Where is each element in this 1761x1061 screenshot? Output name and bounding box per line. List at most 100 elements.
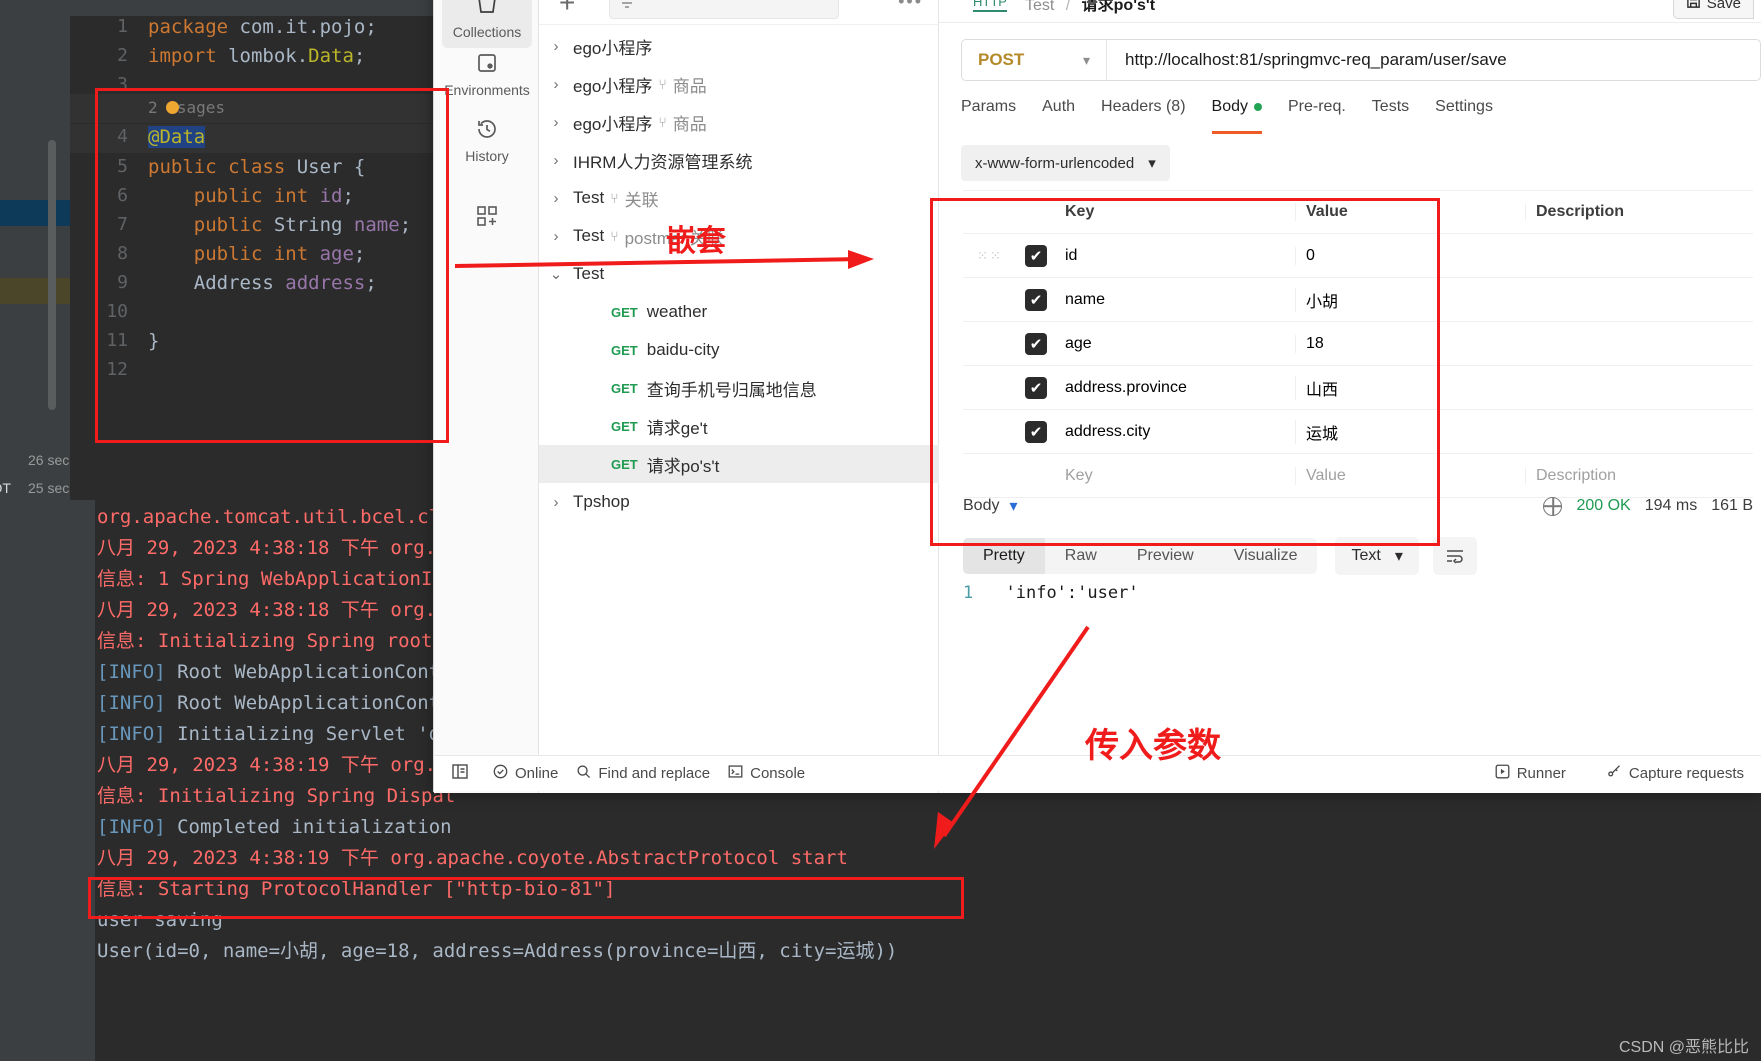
sidebar-collection-4[interactable]: › IHRM人力资源管理系统 <box>539 141 939 179</box>
chevron-right-icon[interactable]: › <box>539 76 573 93</box>
response-language-select[interactable]: Text ▾ <box>1335 537 1419 575</box>
placeholder-key[interactable]: Key <box>1055 467 1295 485</box>
sidebar-collection-1[interactable]: › ego小程序 <box>539 27 939 65</box>
request-tab-pre-req[interactable]: Pre-req. <box>1288 98 1346 134</box>
chevron-right-icon[interactable]: › <box>539 114 573 131</box>
run-row-time-2: 25 sec <box>28 480 70 496</box>
cell-value[interactable]: 0 <box>1295 246 1525 265</box>
intention-bulb-icon[interactable] <box>166 101 179 114</box>
request-tab-tests[interactable]: Tests <box>1372 98 1409 134</box>
chevron-right-icon[interactable]: › <box>539 228 573 245</box>
drag-handle-icon[interactable]: ⁙⁙ <box>963 248 1017 264</box>
rail-item-history[interactable]: History <box>442 111 532 172</box>
row-checkbox[interactable]: ✔ <box>1017 244 1055 267</box>
code-line[interactable]: public class User { <box>148 156 365 178</box>
project-scrollbar[interactable] <box>48 140 56 410</box>
request-tab-headers[interactable]: Headers (8) <box>1101 98 1185 134</box>
capture-requests-button[interactable]: Capture requests <box>1606 764 1744 783</box>
rail-item-environments[interactable]: Environments <box>442 45 532 106</box>
cell-key[interactable]: age <box>1055 335 1295 353</box>
online-status[interactable]: Online <box>493 764 558 783</box>
cell-value[interactable]: 小胡 <box>1295 287 1525 312</box>
chevron-right-icon[interactable]: › <box>539 152 573 169</box>
code-line[interactable]: public int age; <box>148 243 366 265</box>
row-checkbox[interactable]: ✔ <box>1017 288 1055 311</box>
find-and-replace-button[interactable]: Find and replace <box>576 764 710 783</box>
runner-button[interactable]: Runner <box>1495 764 1566 783</box>
cell-key[interactable]: name <box>1055 291 1295 309</box>
cell-value[interactable]: 山西 <box>1295 375 1525 400</box>
chevron-right-icon[interactable]: › <box>539 494 573 511</box>
sidebar-request-4[interactable]: GET 请求ge't <box>539 407 939 445</box>
sidebar-collection-6[interactable]: › Test ⑂ postman关联 <box>539 217 939 255</box>
sidebar-request-2[interactable]: GET baidu-city <box>539 331 939 369</box>
sidebar-collection-3[interactable]: › ego小程序 ⑂ 商品 <box>539 103 939 141</box>
code-line[interactable]: Address address; <box>148 272 377 294</box>
response-tab-raw[interactable]: Raw <box>1045 538 1117 574</box>
placeholder-value[interactable]: Value <box>1295 466 1525 485</box>
response-tab-pretty[interactable]: Pretty <box>963 538 1045 574</box>
new-item-button[interactable]: + <box>559 0 575 17</box>
sidebar-collection-2[interactable]: › ego小程序 ⑂ 商品 <box>539 65 939 103</box>
table-row[interactable]: ✔ address.province 山西 <box>963 366 1753 410</box>
table-row[interactable]: ✔ age 18 <box>963 322 1753 366</box>
row-checkbox[interactable]: ✔ <box>1017 376 1055 399</box>
sidebar-request-1[interactable]: GET weather <box>539 293 939 331</box>
filter-icon[interactable] <box>619 0 635 14</box>
usages-hint[interactable]: 2 usages <box>148 98 225 117</box>
request-tab-params[interactable]: Params <box>961 98 1016 134</box>
row-checkbox[interactable]: ✔ <box>1017 420 1055 443</box>
method-select[interactable]: POST ▾ <box>962 40 1107 80</box>
sidebar-collection-7[interactable]: ⌄ Test <box>539 255 939 293</box>
chevron-down-icon[interactable]: ⌄ <box>539 265 573 283</box>
request-tab-body[interactable]: Body <box>1211 98 1263 134</box>
rail-item-collections[interactable]: Collections <box>442 0 532 48</box>
code-line[interactable]: import lombok.Data; <box>148 45 365 67</box>
response-tab-visualize[interactable]: Visualize <box>1214 538 1318 574</box>
chevron-right-icon[interactable]: › <box>539 38 573 55</box>
code-line[interactable]: @Data <box>148 126 206 148</box>
chevron-right-icon[interactable]: › <box>539 190 573 207</box>
console-button[interactable]: Console <box>728 764 805 783</box>
code-line[interactable]: } <box>148 330 159 352</box>
save-button[interactable]: Save <box>1672 0 1754 19</box>
request-tab-auth[interactable]: Auth <box>1042 98 1075 134</box>
sidebar-request-5[interactable]: GET 请求po's't <box>539 445 939 483</box>
request-tab-settings[interactable]: Settings <box>1435 98 1493 134</box>
sidebar-collection-8[interactable]: › Tpshop <box>539 483 939 521</box>
collection-name: Test <box>573 264 605 283</box>
request-tabs: Params Auth Headers (8) Body Pre-req. Tests Se… <box>961 98 1761 134</box>
sidebar-toggle-button[interactable] <box>452 764 475 783</box>
cell-key[interactable]: address.city <box>1055 423 1295 441</box>
wrap-lines-icon[interactable] <box>1432 537 1477 575</box>
placeholder-description[interactable]: Description <box>1525 466 1753 485</box>
sidebar-request-3[interactable]: GET 查询手机号归属地信息 <box>539 369 939 407</box>
sidebar-more-button[interactable]: ••• <box>898 0 923 12</box>
project-row-selected[interactable] <box>0 200 70 226</box>
rail-item-add-apps[interactable] <box>442 203 532 236</box>
code-line[interactable]: public String name; <box>148 214 411 236</box>
url-input[interactable]: http://localhost:81/springmvc-req_param/… <box>1107 50 1507 70</box>
response-body-viewer[interactable]: 1 'info':'user' <box>963 583 1753 603</box>
code-line[interactable]: package com.it.pojo; <box>148 16 377 38</box>
chevron-down-icon[interactable]: ▾ <box>1009 496 1017 516</box>
table-row[interactable]: ✔ name 小胡 <box>963 278 1753 322</box>
cell-key[interactable]: address.province <box>1055 379 1295 397</box>
project-tree-rows <box>0 0 70 500</box>
check-icon: ✔ <box>1025 376 1047 399</box>
table-row[interactable]: ⁙⁙ ✔ id 0 <box>963 234 1753 278</box>
code-line[interactable]: public int id; <box>148 185 354 207</box>
row-checkbox[interactable]: ✔ <box>1017 332 1055 355</box>
sidebar-filter-input[interactable] <box>609 0 839 19</box>
project-row-highlight[interactable] <box>0 278 70 304</box>
cell-key[interactable]: id <box>1055 247 1295 265</box>
cell-value[interactable]: 运城 <box>1295 419 1525 444</box>
sidebar-collection-5[interactable]: › Test ⑂ 关联 <box>539 179 939 217</box>
cell-value[interactable]: 18 <box>1295 334 1525 353</box>
response-content: 'info':'user' <box>1005 583 1139 603</box>
rail-label-history: History <box>465 148 509 164</box>
table-row[interactable]: ✔ address.city 运城 <box>963 410 1753 454</box>
breadcrumb-parent[interactable]: Test <box>1025 0 1054 14</box>
body-type-select[interactable]: x-www-form-urlencoded ▾ <box>961 145 1170 181</box>
response-tab-preview[interactable]: Preview <box>1117 538 1214 574</box>
